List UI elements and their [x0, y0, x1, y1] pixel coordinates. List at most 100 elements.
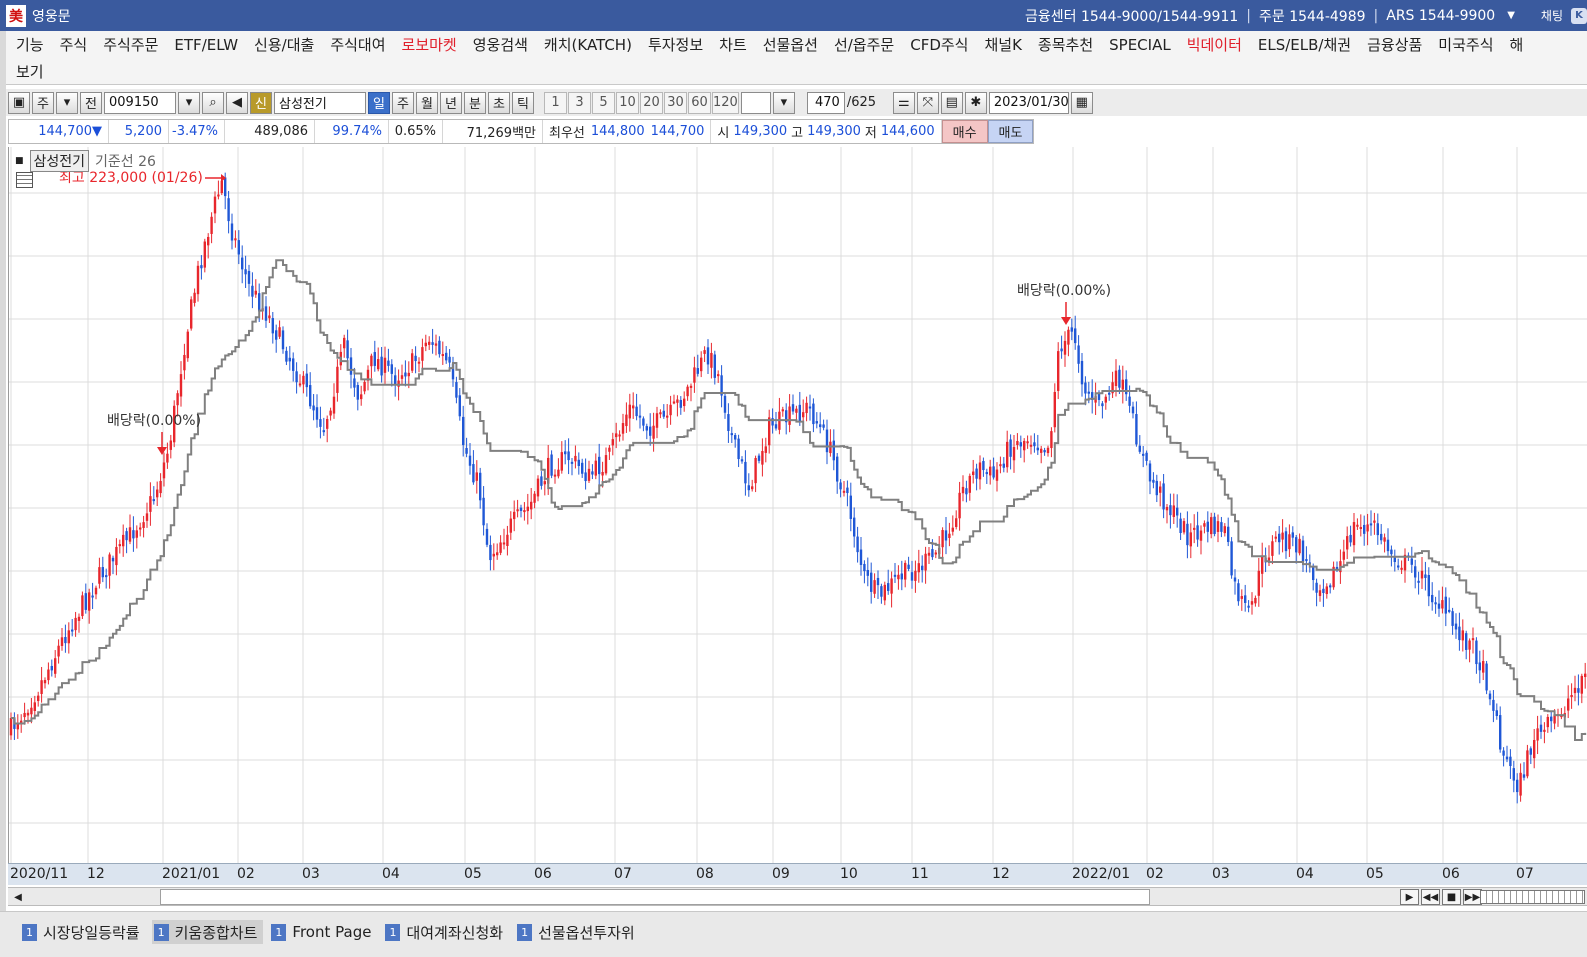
search-icon[interactable]: ⌕ — [202, 91, 224, 114]
period-button[interactable]: 월 — [416, 91, 438, 114]
chat-button[interactable]: 채팅 — [1541, 7, 1563, 24]
menu-item[interactable]: 채널K — [976, 34, 1029, 55]
new-badge[interactable]: 신 — [250, 91, 272, 114]
legend-indicator[interactable]: 기준선 26 — [95, 151, 156, 171]
prev-button[interactable]: 전 — [80, 91, 102, 114]
menu-item[interactable]: 주식대여 — [322, 34, 393, 55]
scroll-left-icon[interactable]: ◀ — [10, 889, 26, 905]
screen-tab[interactable]: 1 선물옵션투자위 — [515, 920, 641, 944]
scroll-thumb[interactable] — [160, 889, 1150, 905]
menu-item[interactable]: 주식 — [52, 34, 96, 55]
candlestick-plot[interactable]: 최고 223,000 (01/26) 배당락(0.00%) 배당락(0.00%) — [9, 147, 1587, 863]
menu-item[interactable]: 해 — [1502, 34, 1532, 55]
interval-button[interactable]: 5 — [592, 91, 615, 114]
menu-item[interactable]: 종목추천 — [1030, 34, 1101, 55]
menu-item[interactable]: 로보마켓 — [394, 34, 465, 55]
compare-icon[interactable]: ⚌ — [892, 91, 915, 114]
candle-body — [832, 440, 835, 461]
chat-icon[interactable]: K — [1571, 7, 1587, 24]
low-price: 144,600 — [880, 124, 935, 139]
candle-body — [1053, 391, 1056, 428]
menu-item[interactable]: 선물옵션 — [755, 34, 826, 55]
screen-tab[interactable]: 1 키움종합차트 — [151, 920, 264, 944]
menu-item[interactable]: 차트 — [711, 34, 755, 55]
menu-item[interactable]: 주식주문 — [95, 34, 166, 55]
menu-item[interactable]: 기능 — [8, 34, 52, 55]
candle-body — [16, 724, 19, 730]
gear-icon[interactable]: ✱ — [964, 91, 987, 114]
interval-button[interactable]: 20 — [640, 91, 663, 114]
data-count-input[interactable]: 470 — [806, 91, 845, 114]
interval-button[interactable]: 60 — [688, 91, 711, 114]
screen-tab[interactable]: 1 Front Page — [269, 920, 377, 944]
chevron-down-icon[interactable]: ▾ — [772, 91, 795, 114]
candle-body — [387, 360, 390, 366]
candle-body — [1019, 442, 1022, 447]
candle-body — [516, 509, 519, 512]
period-button[interactable]: 초 — [488, 91, 510, 114]
chart-scrollbar[interactable]: ◀ ▶ ◀◀ ■ ▶▶ — [8, 887, 1587, 906]
app-window: 美 영웅문 금융센터 1544-9000/1544-9911 | 주문 1544… — [0, 0, 1587, 957]
menu-item[interactable]: 영웅검색 — [465, 34, 536, 55]
menu-item[interactable]: ETF/ELW — [166, 36, 246, 54]
candle-body — [536, 478, 540, 497]
chevron-down-icon[interactable]: ▼ — [1507, 10, 1515, 21]
candle-body — [1220, 522, 1223, 532]
stock-code-input[interactable]: 009150 — [104, 91, 176, 114]
candle-body — [1441, 600, 1444, 609]
layout-icon[interactable]: ▣ — [8, 91, 30, 114]
buy-button[interactable]: 매수 — [941, 120, 988, 143]
contact-center: 금융센터 1544-9000/1544-9911 — [1024, 8, 1239, 25]
chart-legend: ■ 삼성전기 기준선 26 — [15, 150, 156, 172]
screen-tab[interactable]: 1 시장당일등락률 — [20, 920, 146, 944]
menu-item[interactable]: 투자정보 — [640, 34, 711, 55]
candle-body — [1172, 505, 1175, 517]
speaker-icon[interactable]: ◀ — [226, 91, 248, 114]
screen-tab[interactable]: 1 대여계좌신청화 — [383, 920, 509, 944]
interval-button[interactable]: 30 — [664, 91, 687, 114]
period-button[interactable]: 분 — [464, 91, 486, 114]
candle-body — [1016, 441, 1019, 446]
menu-item[interactable]: 금융상품 — [1359, 34, 1430, 55]
stock-name-field[interactable]: 삼성전기 — [274, 91, 366, 114]
play-icon[interactable]: ▶ — [1400, 889, 1419, 905]
menu-item[interactable]: SPECIAL — [1101, 36, 1179, 54]
sell-button[interactable]: 매도 — [987, 120, 1034, 143]
interval-button[interactable]: 3 — [568, 91, 591, 114]
candle-body — [217, 194, 220, 197]
zoom-slider[interactable] — [1480, 890, 1585, 904]
chevron-down-icon[interactable]: ▾ — [56, 91, 78, 114]
calendar-icon[interactable]: ▦ — [1070, 91, 1093, 114]
menu-item[interactable]: 캐치(KATCH) — [536, 34, 640, 55]
menu-item[interactable]: 선/옵주문 — [826, 34, 902, 55]
save-icon[interactable]: ▤ — [940, 91, 963, 114]
legend-stock-name[interactable]: 삼성전기 — [29, 150, 90, 172]
interval-button[interactable]: 10 — [616, 91, 639, 114]
draw-tool-icon[interactable]: ⤧ — [916, 91, 939, 114]
interval-custom-input[interactable] — [740, 91, 771, 114]
candle-body — [1152, 479, 1155, 483]
price-chart[interactable]: 최고 223,000 (01/26) 배당락(0.00%) 배당락(0.00%) ■… — [8, 147, 1587, 863]
trade-amount: 71,269백만 — [443, 120, 543, 143]
menu-item[interactable]: 미국주식 — [1430, 34, 1501, 55]
period-button[interactable]: 주 — [392, 91, 414, 114]
period-button[interactable]: 일 — [368, 91, 390, 114]
interval-button[interactable]: 120 — [712, 91, 739, 114]
menu-item[interactable]: 신용/대출 — [246, 34, 322, 55]
menu-item[interactable]: ELS/ELB/채권 — [1250, 34, 1359, 55]
chevron-down-icon[interactable]: ▾ — [178, 91, 200, 114]
menu-item[interactable]: 보기 — [8, 61, 52, 82]
rewind-icon[interactable]: ◀◀ — [1421, 889, 1440, 905]
candle-body — [312, 405, 315, 411]
period-button[interactable]: 년 — [440, 91, 462, 114]
period-button[interactable]: 틱 — [512, 91, 534, 114]
date-input[interactable]: 2023/01/30 — [988, 91, 1069, 114]
interval-button[interactable]: 1 — [544, 91, 567, 114]
menu-item[interactable]: 빅데이터 — [1179, 34, 1250, 55]
candle-body — [424, 342, 427, 347]
interval-selector: 1 3 5 10 20 30 60 120 — [544, 91, 739, 114]
menu-item[interactable]: CFD주식 — [902, 34, 976, 55]
table-icon[interactable] — [16, 172, 33, 188]
market-type-select[interactable]: 주 — [32, 91, 54, 114]
stop-icon[interactable]: ■ — [1442, 889, 1461, 905]
